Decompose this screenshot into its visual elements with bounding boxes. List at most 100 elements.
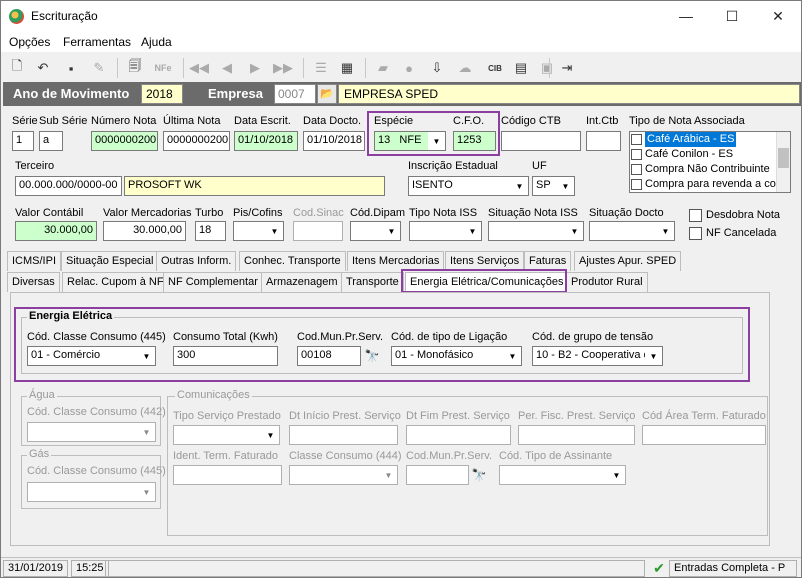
- numero-nota-input[interactable]: 0000000200: [91, 131, 158, 151]
- tab-outras-inform[interactable]: Outras Inform.: [156, 251, 237, 271]
- pis-cofins-select[interactable]: ▼: [233, 221, 284, 241]
- folder-icon[interactable]: ▰: [373, 58, 393, 78]
- tab-produtor-rural[interactable]: Produtor Rural: [566, 272, 648, 292]
- dt-inicio-input[interactable]: [289, 425, 398, 445]
- database-icon[interactable]: ▤: [511, 58, 531, 78]
- energia-classe-select[interactable]: 01 - Comércio ▼: [27, 346, 156, 366]
- cloud-icon[interactable]: ☁: [455, 58, 475, 78]
- tipo-nota-iss-select[interactable]: ▼: [409, 221, 482, 241]
- chevron-down-icon[interactable]: ▼: [608, 466, 625, 484]
- next-icon[interactable]: ▶: [245, 58, 265, 78]
- chevron-down-icon[interactable]: ▼: [138, 483, 155, 501]
- list-item[interactable]: Café Arábica - ES: [630, 132, 790, 147]
- valor-mercadorias-input[interactable]: 30.000,00: [103, 221, 186, 241]
- chevron-down-icon[interactable]: ▼: [657, 222, 674, 240]
- terceiro-code-input[interactable]: 00.000.000/0000-00: [15, 176, 122, 196]
- assinante-select[interactable]: ▼: [499, 465, 626, 485]
- chevron-down-icon[interactable]: ▼: [504, 347, 521, 365]
- codigo-ctb-input[interactable]: [501, 131, 581, 151]
- chevron-down-icon[interactable]: ▼: [566, 222, 583, 240]
- chevron-down-icon[interactable]: ▼: [138, 423, 155, 441]
- tab-ajustes-apur-sped[interactable]: Ajustes Apur. SPED: [574, 251, 682, 271]
- ultima-nota-input[interactable]: 0000000200: [163, 131, 230, 151]
- int-ctb-input[interactable]: [586, 131, 621, 151]
- chevron-down-icon[interactable]: ▼: [262, 426, 279, 444]
- classe-consumo-444-select[interactable]: ▼: [289, 465, 398, 485]
- chevron-down-icon[interactable]: ▼: [428, 132, 445, 150]
- data-docto-input[interactable]: 01/10/2018: [303, 131, 365, 151]
- scrollbar-thumb[interactable]: [778, 148, 789, 168]
- apple-icon[interactable]: ●: [399, 58, 419, 78]
- situacao-iss-select[interactable]: ▼: [488, 221, 584, 241]
- cib-icon[interactable]: CIB: [485, 58, 505, 78]
- chevron-down-icon[interactable]: ▼: [383, 222, 400, 240]
- tensao-select[interactable]: 10 - B2 - Cooperativa d ▼: [532, 346, 663, 366]
- chevron-down-icon[interactable]: ▼: [645, 347, 662, 365]
- calendar-icon[interactable]: ▣: [537, 58, 557, 78]
- exit-icon[interactable]: ⇥: [557, 58, 577, 78]
- gas-classe-select[interactable]: ▼: [27, 482, 156, 502]
- checkbox[interactable]: [631, 134, 642, 145]
- minimize-button[interactable]: —: [663, 1, 709, 32]
- eraser-icon[interactable]: ✎: [89, 58, 109, 78]
- binoculars-icon[interactable]: 🔭: [362, 346, 382, 366]
- checkbox[interactable]: [631, 179, 642, 190]
- tab-icms-ipi[interactable]: ICMS/IPI: [7, 251, 62, 271]
- uf-select[interactable]: SP ▼: [532, 176, 575, 196]
- valor-contabil-input[interactable]: 30.000,00: [15, 221, 97, 241]
- chevron-down-icon[interactable]: ▼: [266, 222, 283, 240]
- tab-faturas[interactable]: Faturas: [524, 251, 572, 271]
- turbo-input[interactable]: 18: [195, 221, 226, 241]
- import-icon[interactable]: ⇩: [427, 58, 447, 78]
- data-escrit-input[interactable]: 01/10/2018: [234, 131, 298, 151]
- menu-opcoes[interactable]: Opções: [9, 35, 50, 49]
- area-term-input[interactable]: [642, 425, 766, 445]
- list-item[interactable]: Compra Não Contribuinte: [630, 162, 790, 177]
- menu-ferramentas[interactable]: Ferramentas: [63, 35, 131, 49]
- per-fisc-input[interactable]: [518, 425, 635, 445]
- maximize-button[interactable]: ☐: [709, 1, 755, 32]
- cancelada-checkbox[interactable]: [689, 227, 702, 240]
- list-icon[interactable]: ☰: [311, 58, 331, 78]
- cod-dipam-select[interactable]: ▼: [350, 221, 401, 241]
- cfo-input[interactable]: 1253: [453, 131, 496, 151]
- close-button[interactable]: ✕: [755, 1, 801, 32]
- desdobra-checkbox[interactable]: [689, 209, 702, 222]
- new-icon[interactable]: 🗋: [7, 58, 27, 78]
- chevron-down-icon[interactable]: ▼: [138, 347, 155, 365]
- list-item[interactable]: Café Conilon - ES: [630, 147, 790, 162]
- agua-classe-select[interactable]: ▼: [27, 422, 156, 442]
- chevron-down-icon[interactable]: ▼: [557, 177, 574, 195]
- list-scrollbar[interactable]: [776, 132, 790, 192]
- especie-select[interactable]: 13 NFE ▼: [374, 131, 446, 151]
- save-icon[interactable]: ▪: [61, 58, 81, 78]
- last-icon[interactable]: ▶▶: [273, 58, 293, 78]
- tipo-nota-list[interactable]: Café Arábica - ES Café Conilon - ES Comp…: [629, 131, 791, 193]
- list-item[interactable]: Compra para revenda a co: [630, 177, 790, 192]
- year-input[interactable]: 2018: [141, 84, 183, 104]
- tab-transporte[interactable]: Transporte: [341, 272, 404, 292]
- undo-icon[interactable]: ↶: [33, 58, 53, 78]
- tipo-servico-select[interactable]: ▼: [173, 425, 280, 445]
- nfe-icon[interactable]: NFe: [153, 58, 173, 78]
- tab-diversas[interactable]: Diversas: [7, 272, 60, 292]
- com-mun-input[interactable]: [406, 465, 469, 485]
- tab-armazenagem[interactable]: Armazenagem: [261, 272, 343, 292]
- first-icon[interactable]: ◀◀: [189, 58, 209, 78]
- tab-situacao-especial[interactable]: Situação Especial: [61, 251, 159, 271]
- report-icon[interactable]: ▦: [337, 58, 357, 78]
- serie-input[interactable]: 1: [12, 131, 34, 151]
- company-code-input[interactable]: 0007: [274, 84, 316, 104]
- binoculars-icon[interactable]: 🔭: [469, 465, 489, 485]
- prev-icon[interactable]: ◀: [217, 58, 237, 78]
- checkbox[interactable]: [631, 149, 642, 160]
- ligacao-select[interactable]: 01 - Monofásico ▼: [391, 346, 522, 366]
- chevron-down-icon[interactable]: ▼: [464, 222, 481, 240]
- cod-sinac-input[interactable]: [293, 221, 343, 241]
- chevron-down-icon[interactable]: ▼: [511, 177, 528, 195]
- inscricao-select[interactable]: ISENTO ▼: [408, 176, 529, 196]
- tab-conhec-transporte[interactable]: Conhec. Transporte: [239, 251, 346, 271]
- situacao-docto-select[interactable]: ▼: [589, 221, 675, 241]
- tab-itens-servicos[interactable]: Itens Serviços: [445, 251, 525, 271]
- dt-fim-input[interactable]: [406, 425, 511, 445]
